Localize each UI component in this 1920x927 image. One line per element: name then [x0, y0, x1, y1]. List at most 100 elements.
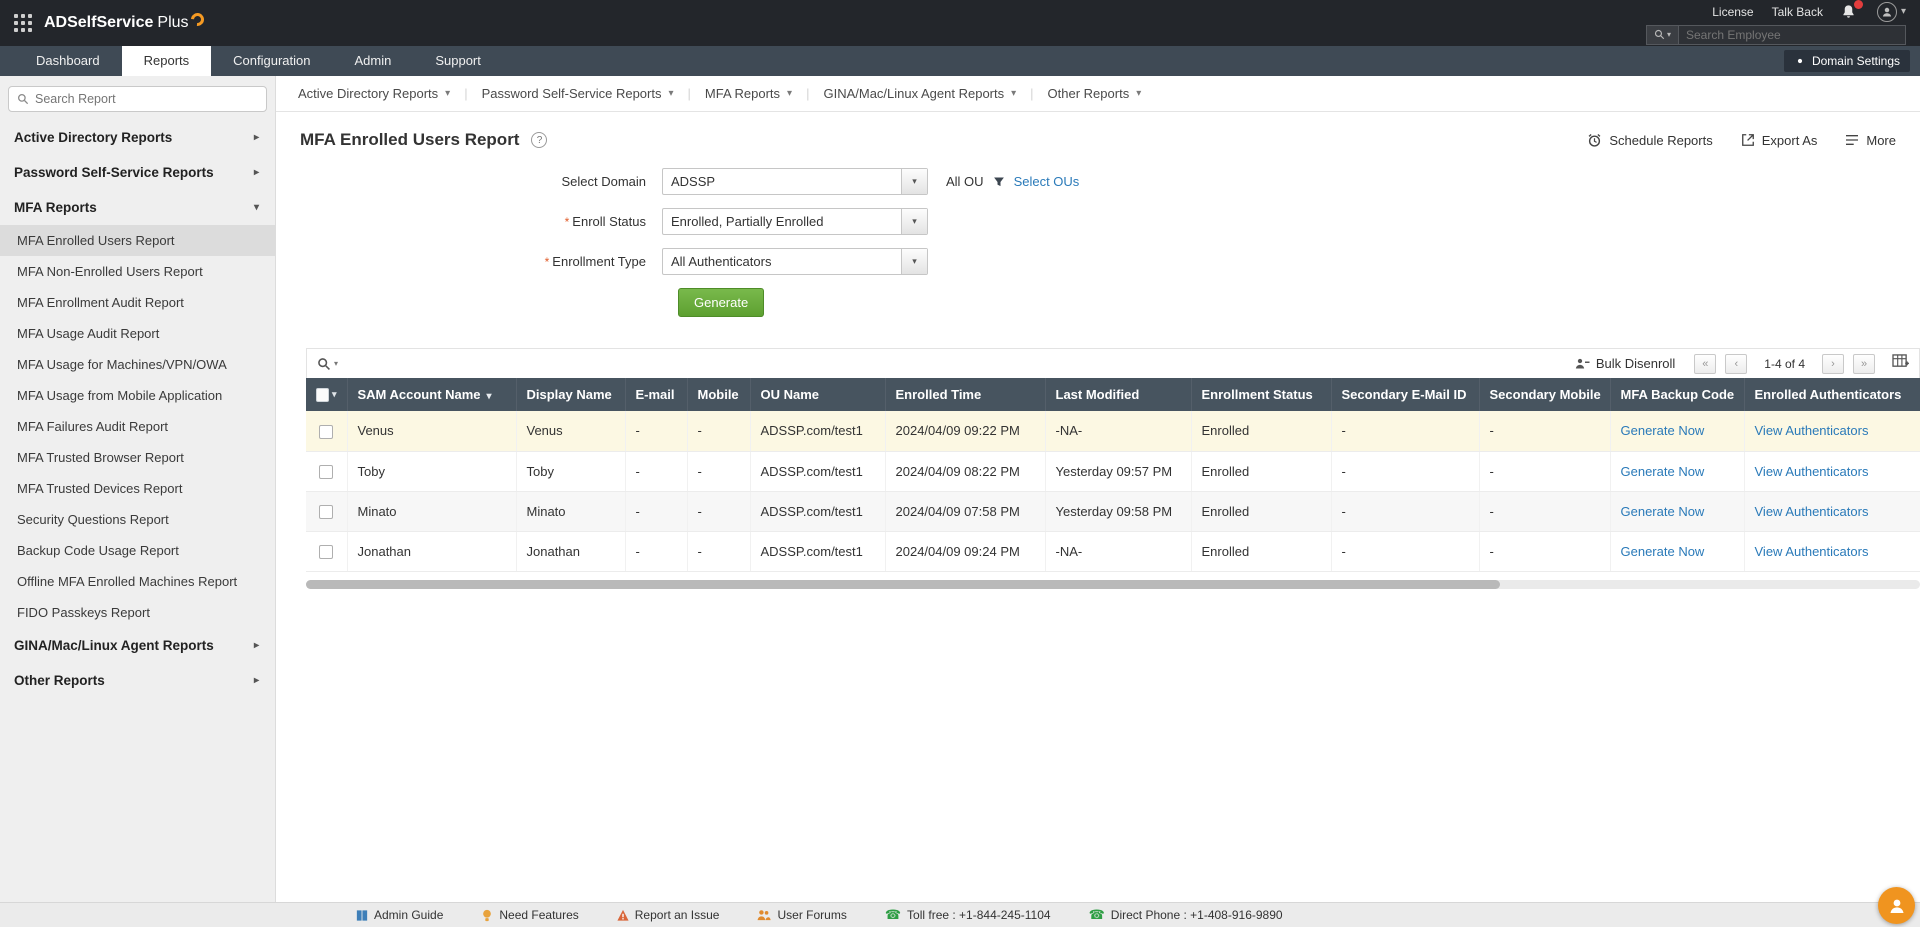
more-button[interactable]: More: [1845, 133, 1896, 148]
cell-display: Toby: [516, 451, 626, 492]
sidebar-section-password-self-service[interactable]: Password Self-Service Reports ▸: [0, 155, 275, 190]
enroll-status-dropdown[interactable]: Enrolled, Partially Enrolled ▾: [662, 208, 928, 235]
cell-secondary-email: -: [1331, 411, 1480, 452]
menu-gina-agent-reports[interactable]: GINA/Mac/Linux Agent Reports ▾: [823, 86, 1016, 101]
col-mfa-backup-code[interactable]: MFA Backup Code: [1610, 378, 1745, 411]
chevron-right-icon: ▸: [253, 167, 259, 178]
admin-guide-link[interactable]: Admin Guide: [356, 908, 443, 922]
schedule-reports-button[interactable]: Schedule Reports: [1587, 133, 1713, 148]
sidebar-item-mfa-usage-machines[interactable]: MFA Usage for Machines/VPN/OWA: [0, 349, 275, 380]
reports-sidebar: Active Directory Reports ▸ Password Self…: [0, 76, 276, 902]
user-menu[interactable]: ▾: [1876, 1, 1906, 22]
sidebar-item-offline-mfa-machines[interactable]: Offline MFA Enrolled Machines Report: [0, 566, 275, 597]
tab-configuration[interactable]: Configuration: [211, 46, 332, 76]
col-ou-name[interactable]: OU Name: [750, 378, 886, 411]
license-link[interactable]: License: [1712, 5, 1753, 19]
book-icon: [356, 909, 368, 921]
menu-other-reports[interactable]: Other Reports ▾: [1048, 86, 1142, 101]
apps-grid-icon[interactable]: [14, 14, 32, 32]
sidebar-item-mfa-trusted-devices[interactable]: MFA Trusted Devices Report: [0, 473, 275, 504]
search-icon: [18, 94, 29, 105]
pagination-last-button[interactable]: »: [1853, 353, 1875, 374]
tab-dashboard[interactable]: Dashboard: [14, 46, 122, 76]
menu-active-directory-reports[interactable]: Active Directory Reports ▾: [298, 86, 450, 101]
scrollbar-thumb[interactable]: [306, 579, 1501, 589]
col-last-modified[interactable]: Last Modified: [1045, 378, 1192, 411]
enrollment-type-label: * Enrollment Type: [544, 254, 646, 269]
tab-reports[interactable]: Reports: [121, 46, 212, 76]
view-authenticators-link[interactable]: View Authenticators: [1755, 544, 1869, 559]
menu-password-self-service-reports[interactable]: Password Self-Service Reports ▾: [482, 86, 674, 101]
generate-now-link[interactable]: Generate Now: [1621, 423, 1705, 438]
chat-support-button[interactable]: [1878, 887, 1915, 924]
notification-bell-icon[interactable]: [1841, 0, 1863, 20]
generate-now-link[interactable]: Generate Now: [1621, 464, 1705, 479]
employee-search-scope-button[interactable]: ▾: [1647, 25, 1679, 44]
sidebar-item-backup-code-usage[interactable]: Backup Code Usage Report: [0, 535, 275, 566]
menu-mfa-reports[interactable]: MFA Reports ▾: [705, 86, 792, 101]
row-checkbox[interactable]: [319, 464, 334, 479]
row-checkbox[interactable]: [319, 544, 334, 559]
col-email[interactable]: E-mail: [625, 378, 688, 411]
filter-funnel-icon[interactable]: [993, 176, 1005, 188]
sidebar-item-mfa-enrolled-users[interactable]: MFA Enrolled Users Report: [0, 225, 275, 256]
select-domain-dropdown[interactable]: ADSSP ▾: [662, 168, 928, 195]
enrollment-type-dropdown[interactable]: All Authenticators ▾: [662, 248, 928, 275]
sidebar-section-active-directory[interactable]: Active Directory Reports ▸: [0, 120, 275, 155]
sidebar-item-fido-passkeys[interactable]: FIDO Passkeys Report: [0, 597, 275, 628]
col-secondary-mobile[interactable]: Secondary Mobile: [1479, 378, 1611, 411]
pagination-prev-button[interactable]: ‹: [1725, 353, 1748, 374]
report-search-input[interactable]: [35, 92, 258, 106]
domain-settings-button[interactable]: Domain Settings: [1783, 50, 1910, 72]
view-authenticators-link[interactable]: View Authenticators: [1755, 464, 1869, 479]
generate-now-link[interactable]: Generate Now: [1621, 544, 1705, 559]
generate-button[interactable]: Generate: [678, 288, 765, 317]
col-secondary-email[interactable]: Secondary E-Mail ID: [1331, 378, 1480, 411]
select-all-checkbox[interactable]: [316, 387, 329, 402]
col-sam-account-name[interactable]: SAM Account Name ▾: [347, 378, 517, 411]
table-search-button[interactable]: ▾: [317, 357, 338, 371]
cell-secondary-mobile: -: [1479, 451, 1611, 492]
sidebar-item-mfa-usage-audit[interactable]: MFA Usage Audit Report: [0, 318, 275, 349]
pagination-next-button[interactable]: ›: [1822, 353, 1844, 374]
select-ous-link[interactable]: Select OUs: [1014, 174, 1080, 189]
help-icon[interactable]: ?: [531, 132, 548, 148]
column-chooser-icon[interactable]: [1892, 353, 1909, 374]
sidebar-item-mfa-trusted-browser[interactable]: MFA Trusted Browser Report: [0, 442, 275, 473]
toll-free-number: ☎ Toll free : +1-844-245-1104: [884, 907, 1051, 922]
row-checkbox[interactable]: [319, 504, 334, 519]
sidebar-section-other-reports[interactable]: Other Reports ▸: [0, 663, 275, 698]
need-features-link[interactable]: Need Features: [481, 908, 579, 922]
col-enrolled-authenticators[interactable]: Enrolled Authenticators: [1744, 378, 1920, 411]
report-issue-link[interactable]: Report an Issue: [617, 908, 719, 922]
tab-support[interactable]: Support: [413, 46, 503, 76]
sidebar-item-mfa-non-enrolled-users[interactable]: MFA Non-Enrolled Users Report: [0, 256, 275, 287]
bulk-disenroll-button[interactable]: Bulk Disenroll: [1575, 356, 1675, 371]
required-marker: *: [564, 215, 570, 229]
view-authenticators-link[interactable]: View Authenticators: [1755, 504, 1869, 519]
col-enrollment-status[interactable]: Enrollment Status: [1191, 378, 1332, 411]
sidebar-item-security-questions[interactable]: Security Questions Report: [0, 504, 275, 535]
chevron-down-icon[interactable]: ▾: [332, 389, 337, 400]
employee-search-input[interactable]: [1679, 27, 1905, 42]
horizontal-scrollbar[interactable]: [306, 579, 1920, 589]
pagination-first-button[interactable]: «: [1694, 353, 1717, 374]
talkback-link[interactable]: Talk Back: [1772, 5, 1823, 19]
menu-separator: |: [687, 86, 691, 101]
col-mobile[interactable]: Mobile: [687, 378, 751, 411]
view-authenticators-link[interactable]: View Authenticators: [1755, 423, 1869, 438]
export-as-button[interactable]: Export As: [1741, 133, 1817, 148]
main-nav: Dashboard Reports Configuration Admin Su…: [0, 46, 1920, 76]
sidebar-section-gina-agent[interactable]: GINA/Mac/Linux Agent Reports ▸: [0, 628, 275, 663]
sidebar-section-mfa-reports[interactable]: MFA Reports ▾: [0, 190, 275, 225]
generate-now-link[interactable]: Generate Now: [1621, 504, 1705, 519]
col-enrolled-time[interactable]: Enrolled Time: [885, 378, 1046, 411]
user-forums-link[interactable]: User Forums: [757, 908, 847, 922]
row-checkbox[interactable]: [319, 424, 334, 439]
tab-admin[interactable]: Admin: [332, 46, 413, 76]
sidebar-item-mfa-failures-audit[interactable]: MFA Failures Audit Report: [0, 411, 275, 442]
sidebar-item-mfa-usage-mobile[interactable]: MFA Usage from Mobile Application: [0, 380, 275, 411]
brand-swoosh-icon: [187, 9, 207, 29]
sidebar-item-mfa-enrollment-audit[interactable]: MFA Enrollment Audit Report: [0, 287, 275, 318]
col-display-name[interactable]: Display Name: [516, 378, 626, 411]
